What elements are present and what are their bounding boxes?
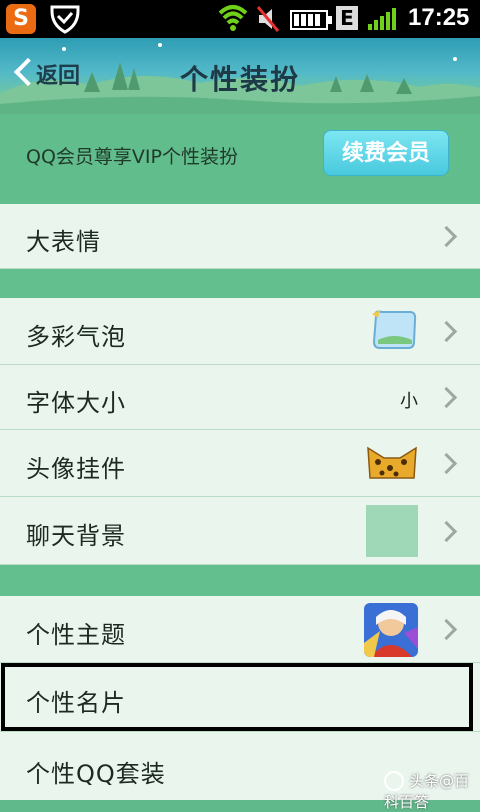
title-bar: 返回 个性装扮	[0, 38, 480, 114]
menu-item-bubbles[interactable]: 多彩气泡	[0, 298, 480, 365]
pendant-thumbnail	[366, 444, 418, 482]
battery-icon	[290, 10, 332, 30]
menu-item-label: 个性主题	[26, 621, 126, 649]
sogou-icon: S	[6, 4, 36, 34]
wifi-icon	[218, 3, 248, 37]
font-size-preview: 小	[400, 391, 418, 412]
menu-item-card[interactable]: 个性名片	[0, 663, 480, 732]
menu-item-label: 头像挂件	[26, 455, 126, 483]
status-bar: S E 17:25	[0, 0, 480, 38]
section-divider	[0, 269, 480, 298]
chat-background-thumbnail	[366, 505, 418, 557]
chevron-right-icon	[435, 452, 458, 475]
renew-membership-button[interactable]: 续费会员	[323, 130, 449, 176]
chevron-right-icon	[435, 225, 458, 248]
watermark-logo-icon	[384, 770, 404, 791]
bubble-thumbnail	[370, 308, 418, 352]
menu-item-avatar-pendant[interactable]: 头像挂件	[0, 430, 480, 497]
chevron-right-icon	[435, 618, 458, 641]
chevron-right-icon	[435, 520, 458, 543]
network-type-badge: E	[336, 6, 358, 30]
section-divider	[0, 565, 480, 596]
page-title: 个性装扮	[179, 63, 300, 96]
theme-thumbnail	[364, 603, 418, 657]
clock: 17:25	[408, 4, 470, 31]
menu-item-label: 聊天背景	[26, 522, 126, 550]
menu-item-font-size[interactable]: 字体大小 小	[0, 365, 480, 430]
vip-banner: QQ会员尊享VIP个性装扮 续费会员	[0, 114, 480, 204]
shield-icon	[48, 3, 82, 39]
watermark: 头条@百科百答	[384, 770, 480, 811]
menu-item-big-emoji[interactable]: 大表情	[0, 204, 480, 269]
vip-banner-text: QQ会员尊享VIP个性装扮	[26, 146, 238, 168]
mute-icon	[256, 5, 280, 37]
chevron-right-icon	[435, 320, 458, 343]
menu-item-label: 个性QQ套装	[26, 760, 166, 788]
menu-item-label: 字体大小	[26, 389, 126, 417]
menu-item-chat-background[interactable]: 聊天背景	[0, 497, 480, 565]
menu-item-qq-suite[interactable]: 个性QQ套装 头条@百科百答	[0, 732, 480, 811]
highlight-box	[1, 663, 473, 731]
menu-item-theme[interactable]: 个性主题	[0, 596, 480, 663]
menu-item-label: 大表情	[26, 228, 101, 256]
chevron-right-icon	[435, 386, 458, 409]
menu-item-label: 多彩气泡	[26, 323, 126, 351]
signal-icon	[368, 6, 398, 36]
